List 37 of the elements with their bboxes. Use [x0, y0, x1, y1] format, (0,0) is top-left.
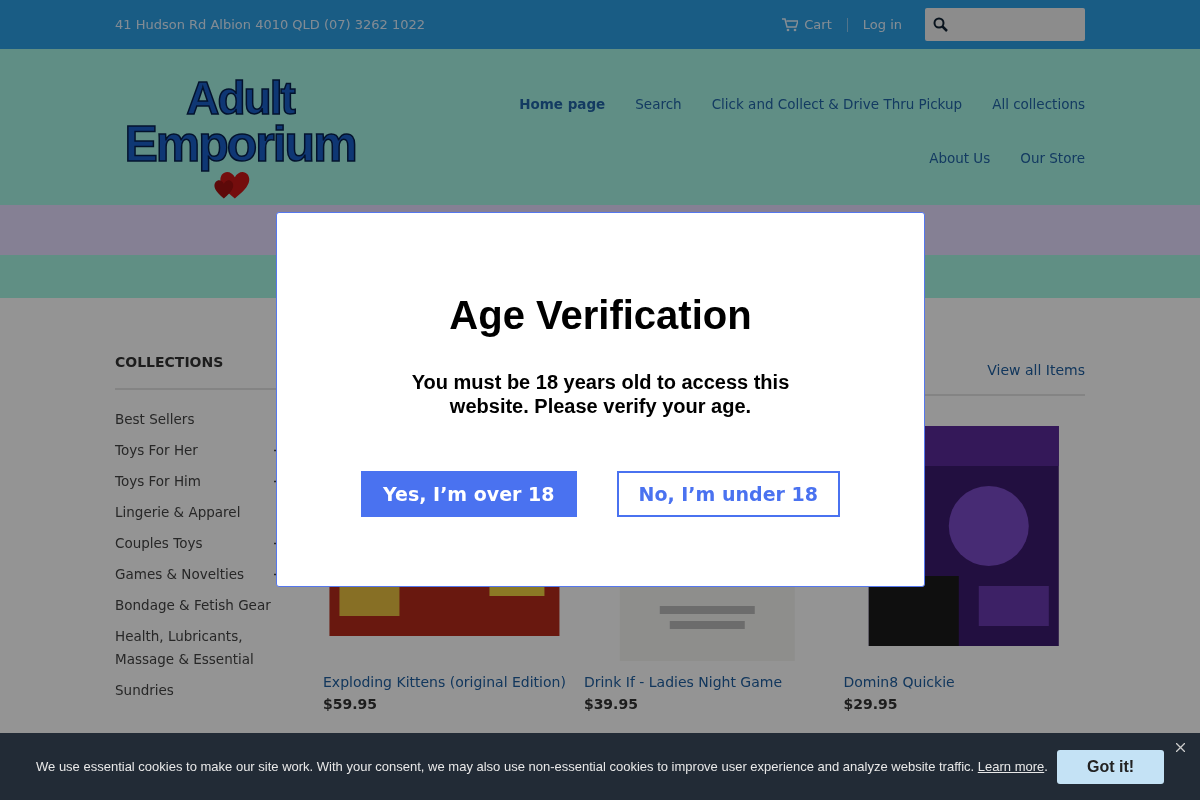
product-title[interactable]: Domin8 Quickie — [843, 674, 1085, 690]
accept-cookies-button[interactable]: Got it! — [1057, 749, 1164, 784]
nav-link[interactable]: Search — [635, 96, 682, 112]
cart-link[interactable]: Cart — [782, 17, 832, 32]
product-title[interactable]: Exploding Kittens (original Edition) — [323, 674, 566, 690]
collection-link[interactable]: Health, Lubricants, Massage & Essential — [115, 625, 275, 671]
logo-text: Adult — [186, 77, 294, 121]
collection-link[interactable]: Sundries — [115, 679, 275, 702]
collection-link[interactable]: Lingerie & Apparel — [115, 501, 275, 524]
cookie-message: We use essential cookies to make our site work. With your consent, we may also use non-essential cookies to improve user experience and analyze website traffic. Learn more. — [36, 759, 1049, 774]
logo-text: Emporium — [124, 120, 356, 169]
dialog-title: Age Verification — [449, 293, 752, 338]
collection-link[interactable]: Toys For Her — [115, 439, 275, 462]
search-field[interactable] — [925, 8, 1085, 41]
collection-link[interactable]: Bondage & Fetish Gear — [115, 594, 275, 617]
cart-icon — [782, 17, 799, 32]
nav-link[interactable]: About Us — [929, 150, 991, 166]
nav-link[interactable]: Our Store — [1020, 150, 1085, 166]
collection-link[interactable]: Couples Toys — [115, 532, 275, 555]
product-price: $59.95 — [323, 696, 379, 712]
nav-link[interactable]: Home page — [519, 96, 606, 112]
product-title[interactable]: Drink If - Ladies Night Game — [583, 674, 826, 690]
product-price: $39.95 — [583, 696, 639, 712]
collection-link[interactable]: Toys For Him — [115, 470, 275, 493]
collection-link[interactable]: Games & Novelties — [115, 563, 275, 586]
login-link[interactable]: Log in — [862, 17, 902, 32]
store-address: 41 Hudson Rd Albion 4010 QLD (07) 3262 1022 — [115, 17, 427, 32]
search-icon — [933, 17, 948, 32]
nav-link[interactable]: All collections — [992, 96, 1085, 112]
nav-link[interactable]: Click and Collect & Drive Thru Pickup — [711, 96, 963, 112]
product-price: $29.95 — [843, 696, 899, 712]
decline-button[interactable]: No, I’m under 18 — [616, 471, 840, 517]
view-all-link[interactable]: View all Items — [987, 362, 1085, 378]
accept-button[interactable]: Yes, I’m over 18 — [361, 471, 577, 517]
dialog-message: You must be 18 years old to access this website. Please verify your age. — [410, 370, 791, 418]
close-icon — [1176, 743, 1185, 752]
collection-link[interactable]: Best Sellers — [115, 408, 275, 431]
